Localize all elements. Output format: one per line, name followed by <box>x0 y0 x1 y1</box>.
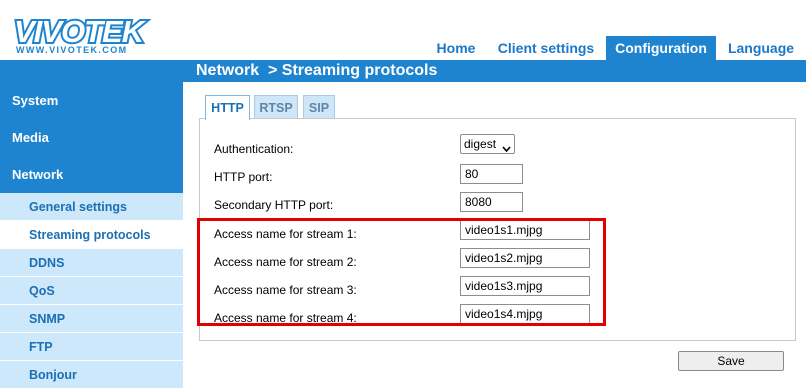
sidebar-item-streaming-protocols[interactable]: Streaming protocols <box>0 221 183 249</box>
sidebar-item-general-settings[interactable]: General settings <box>0 193 183 221</box>
logo-graphic: VIVOTEK WWW.VIVOTEK.COM <box>12 12 150 55</box>
nav-language[interactable]: Language <box>722 36 800 60</box>
nav-configuration[interactable]: Configuration <box>606 36 716 60</box>
svg-text:VIVOTEK: VIVOTEK <box>14 14 147 49</box>
save-button[interactable]: Save <box>678 351 784 371</box>
sidebar-item-ftp[interactable]: FTP <box>0 333 183 361</box>
sidebar-item-bonjour[interactable]: Bonjour <box>0 361 183 389</box>
http-port-input[interactable]: 80 <box>460 164 523 184</box>
secondary-http-port-label: Secondary HTTP port: <box>214 198 334 212</box>
nav-client-settings[interactable]: Client settings <box>491 36 601 60</box>
nav-home[interactable]: Home <box>427 36 485 60</box>
sidebar-item-ddns[interactable]: DDNS <box>0 249 183 277</box>
sidebar-item-network[interactable]: Network <box>0 156 183 193</box>
sidebar-item-qos[interactable]: QoS <box>0 277 183 305</box>
highlight-box <box>197 218 606 326</box>
sidebar-item-snmp[interactable]: SNMP <box>0 305 183 333</box>
tab-http[interactable]: HTTP <box>205 95 250 120</box>
vivotek-logo: VIVOTEK WWW.VIVOTEK.COM <box>12 12 160 56</box>
secondary-http-port-input[interactable]: 8080 <box>460 192 523 212</box>
http-port-label: HTTP port: <box>214 170 273 184</box>
authentication-label: Authentication: <box>214 142 294 156</box>
tab-rtsp[interactable]: RTSP <box>254 95 298 119</box>
svg-text:WWW.VIVOTEK.COM: WWW.VIVOTEK.COM <box>16 45 128 55</box>
sidebar-item-system[interactable]: System <box>0 82 183 119</box>
page-title: Network > Streaming protocols <box>196 62 438 79</box>
authentication-select[interactable]: digest <box>460 134 515 154</box>
chevron-down-icon <box>502 140 511 158</box>
tab-sip[interactable]: SIP <box>303 95 335 119</box>
sidebar-item-media[interactable]: Media <box>0 119 183 156</box>
authentication-value: digest <box>464 137 497 151</box>
